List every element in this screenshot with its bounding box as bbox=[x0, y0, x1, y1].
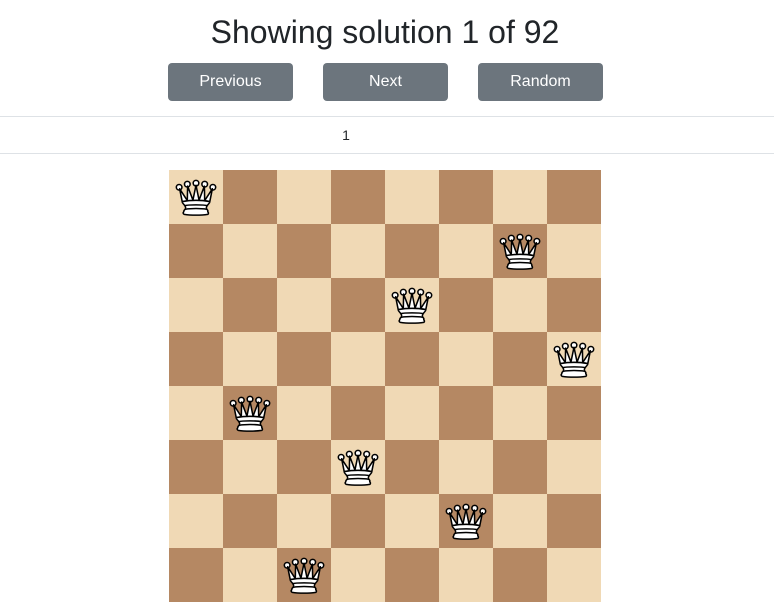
board-square bbox=[169, 278, 223, 332]
board-square bbox=[331, 224, 385, 278]
board-square bbox=[547, 440, 601, 494]
white-queen-icon bbox=[337, 449, 379, 486]
board-square bbox=[277, 440, 331, 494]
board-square bbox=[493, 170, 547, 224]
board-square bbox=[547, 386, 601, 440]
previous-button[interactable]: Previous bbox=[168, 63, 293, 101]
board-square bbox=[547, 548, 601, 602]
board-square bbox=[493, 440, 547, 494]
board-square bbox=[223, 278, 277, 332]
board-square bbox=[169, 440, 223, 494]
board-square bbox=[547, 224, 601, 278]
board-square bbox=[277, 494, 331, 548]
chessboard bbox=[169, 170, 601, 602]
board-square bbox=[439, 440, 493, 494]
board-square bbox=[493, 494, 547, 548]
board-square bbox=[385, 548, 439, 602]
board-square bbox=[493, 386, 547, 440]
board-square bbox=[385, 440, 439, 494]
solution-pager: 1 bbox=[0, 116, 774, 154]
solution-title: Showing solution 1 of 92 bbox=[210, 14, 560, 50]
board-square bbox=[277, 548, 331, 602]
board-square bbox=[439, 494, 493, 548]
board-square bbox=[493, 278, 547, 332]
board-square bbox=[439, 548, 493, 602]
board-square bbox=[223, 170, 277, 224]
board-square bbox=[169, 170, 223, 224]
board-square bbox=[331, 494, 385, 548]
board-square bbox=[277, 332, 331, 386]
white-queen-icon bbox=[499, 233, 541, 270]
board-square bbox=[385, 170, 439, 224]
board-square bbox=[277, 170, 331, 224]
board-square bbox=[331, 278, 385, 332]
board-square bbox=[223, 494, 277, 548]
board-square bbox=[493, 548, 547, 602]
board-square bbox=[439, 386, 493, 440]
board-square bbox=[223, 332, 277, 386]
board-square bbox=[439, 170, 493, 224]
white-queen-icon bbox=[229, 395, 271, 432]
navigation-controls: Previous Next Random bbox=[0, 63, 774, 101]
next-button[interactable]: Next bbox=[323, 63, 448, 101]
board-square bbox=[493, 332, 547, 386]
board-square bbox=[385, 386, 439, 440]
board-square bbox=[277, 386, 331, 440]
board-square bbox=[331, 332, 385, 386]
board-square bbox=[223, 224, 277, 278]
board-square bbox=[169, 548, 223, 602]
white-queen-icon bbox=[175, 179, 217, 216]
board-square bbox=[385, 224, 439, 278]
page-link-1[interactable]: 1 bbox=[332, 117, 360, 153]
board-square bbox=[439, 224, 493, 278]
board-square bbox=[331, 548, 385, 602]
board-square bbox=[547, 332, 601, 386]
board-square bbox=[493, 224, 547, 278]
board-square bbox=[385, 332, 439, 386]
board-square bbox=[223, 440, 277, 494]
white-queen-icon bbox=[445, 503, 487, 540]
board-square bbox=[277, 224, 331, 278]
board-square bbox=[277, 278, 331, 332]
board-square bbox=[385, 278, 439, 332]
board-square bbox=[169, 332, 223, 386]
board-square bbox=[331, 440, 385, 494]
board-square bbox=[547, 494, 601, 548]
board-square bbox=[169, 224, 223, 278]
random-button[interactable]: Random bbox=[478, 63, 603, 101]
board-square bbox=[547, 170, 601, 224]
white-queen-icon bbox=[283, 557, 325, 594]
board-square bbox=[223, 548, 277, 602]
board-square bbox=[547, 278, 601, 332]
board-square bbox=[331, 170, 385, 224]
white-queen-icon bbox=[553, 341, 595, 378]
board-square bbox=[385, 494, 439, 548]
white-queen-icon bbox=[391, 287, 433, 324]
board-square bbox=[169, 386, 223, 440]
board-square bbox=[223, 386, 277, 440]
board-square bbox=[439, 332, 493, 386]
board-square bbox=[169, 494, 223, 548]
board-square bbox=[331, 386, 385, 440]
board-square bbox=[439, 278, 493, 332]
